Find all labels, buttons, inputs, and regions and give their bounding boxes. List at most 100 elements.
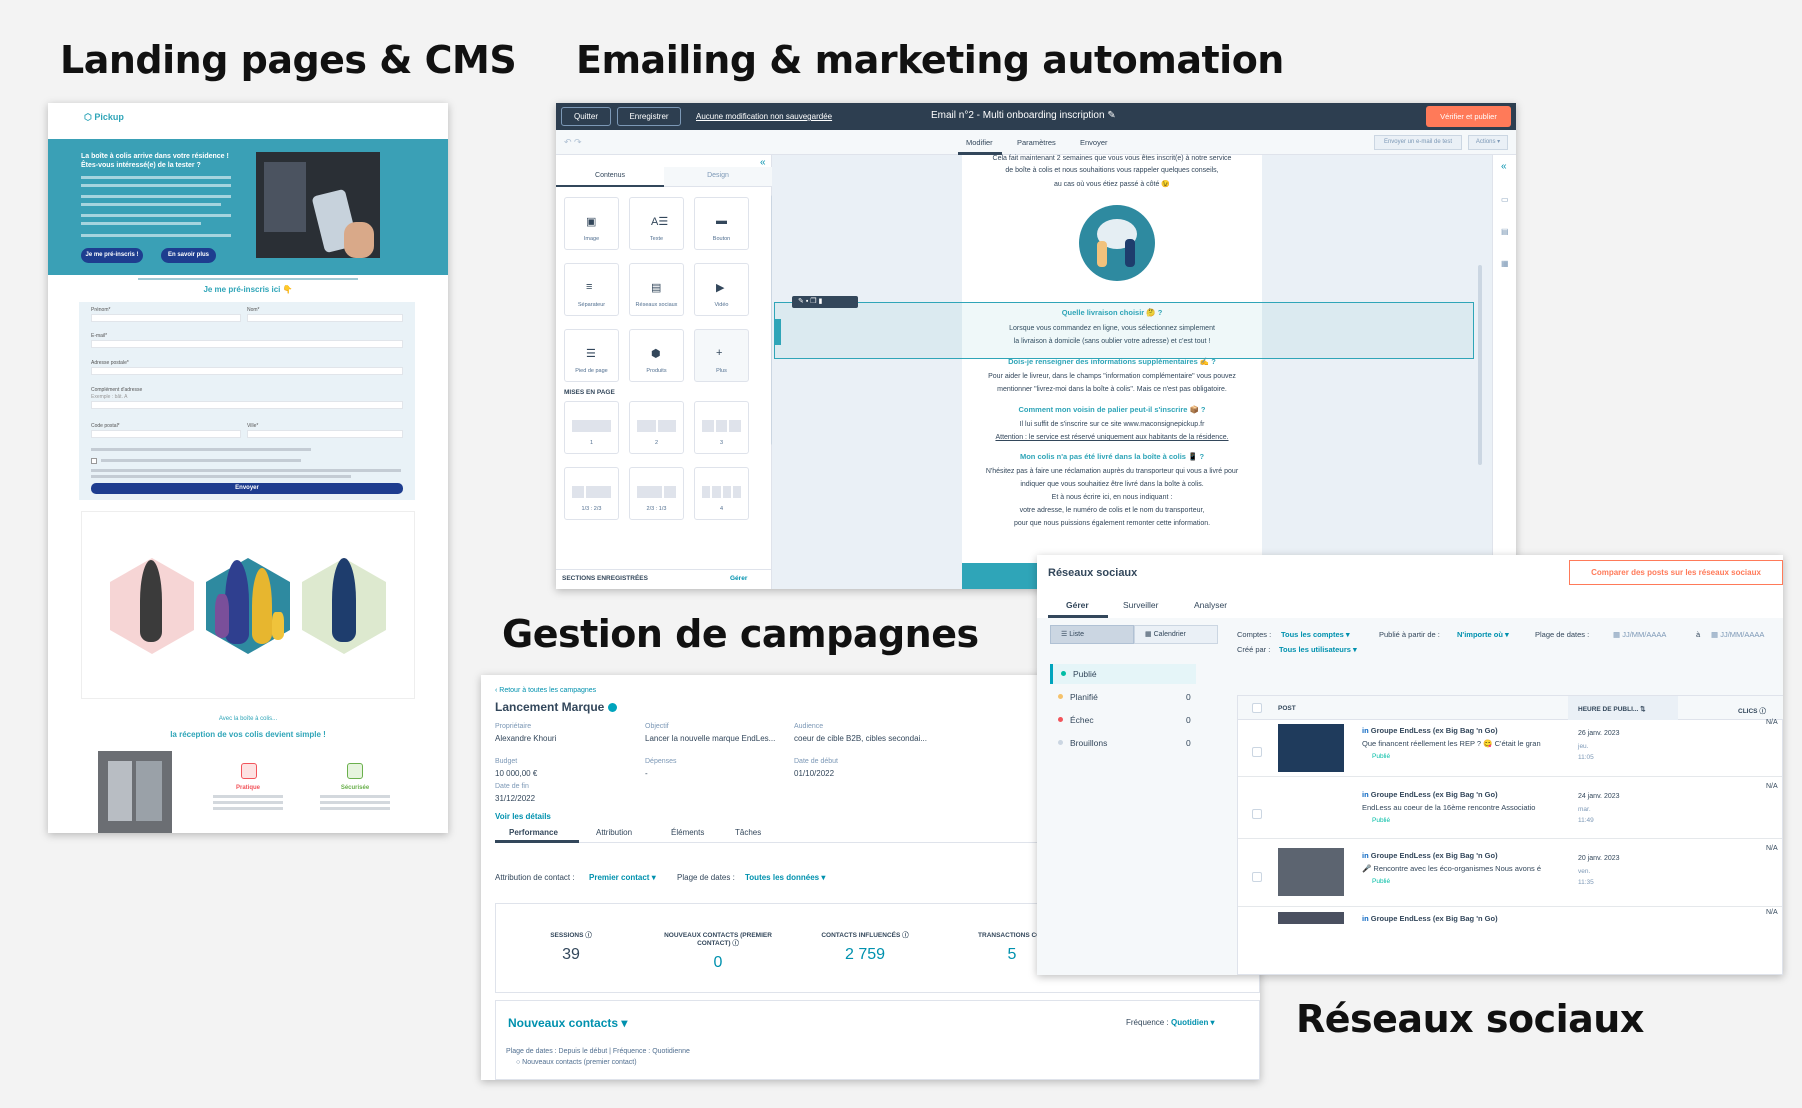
consent-checkbox[interactable] <box>91 458 97 464</box>
tab-taches[interactable]: Tâches <box>735 828 761 837</box>
delete-icon[interactable]: ▮ <box>819 298 823 305</box>
date-filter[interactable]: Toutes les données ▾ <box>745 873 825 882</box>
published-from-filter[interactable]: N'importe où ▾ <box>1457 630 1509 639</box>
social-screenshot: Réseaux sociaux Comparer des posts sur l… <box>1037 555 1783 975</box>
save-module-icon[interactable]: ▪ <box>806 298 808 305</box>
submit-button[interactable]: Envoyer <box>91 483 403 494</box>
status-planifie[interactable]: Planifié 0 <box>1050 687 1196 707</box>
post-text[interactable]: 🎤 Rencontre avec les éco-organismes Nous… <box>1362 864 1542 873</box>
canvas-scrollbar[interactable] <box>1478 265 1482 465</box>
city-input[interactable] <box>247 430 403 438</box>
frequency-dropdown[interactable]: Quotidien ▾ <box>1171 1018 1215 1027</box>
edit-icon[interactable]: ✎ <box>798 298 804 305</box>
layout-2[interactable]: 2 <box>629 401 684 454</box>
tab-parametres[interactable]: Paramètres <box>1017 138 1056 147</box>
tab-attribution[interactable]: Attribution <box>596 828 632 837</box>
lastname-input[interactable] <box>247 314 403 322</box>
pencil-icon[interactable]: ✎ <box>1107 110 1115 121</box>
row-checkbox[interactable] <box>1252 747 1262 757</box>
email-input[interactable] <box>91 340 403 348</box>
created-by-filter[interactable]: Tous les utilisateurs ▾ <box>1279 645 1357 654</box>
status-brouillons[interactable]: Brouillons 0 <box>1050 733 1196 753</box>
post-account: in Groupe EndLess (ex Big Bag 'n Go) <box>1362 726 1498 735</box>
kpi-influenced-value[interactable]: 2 759 <box>810 946 920 964</box>
publish-button[interactable]: Vérifier et publier <box>1426 106 1511 127</box>
view-list-button[interactable]: ☰ Liste <box>1050 625 1134 644</box>
tile-plus[interactable]: + Plus <box>694 329 749 382</box>
accounts-filter[interactable]: Tous les comptes ▾ <box>1281 630 1350 639</box>
view-calendar-button[interactable]: ▦ Calendrier <box>1134 625 1218 644</box>
status-echec[interactable]: Échec 0 <box>1050 710 1196 730</box>
address-complement-input[interactable] <box>91 401 403 409</box>
col-publish-time[interactable]: HEURE DE PUBLI... ⇅ <box>1578 705 1646 713</box>
row-checkbox[interactable] <box>1252 809 1262 819</box>
post-thumbnail[interactable] <box>1278 912 1344 924</box>
tab-elements[interactable]: Éléments <box>671 828 704 837</box>
copy-icon[interactable]: ❐ <box>810 298 816 305</box>
tile-image[interactable]: ▣ Image <box>564 197 619 250</box>
back-link[interactable]: ‹ Retour à toutes les campagnes <box>495 687 596 694</box>
tab-design[interactable]: Design <box>664 172 772 179</box>
post-thumbnail[interactable] <box>1278 724 1344 772</box>
chat-rail-icon[interactable]: ▭ <box>1501 195 1509 204</box>
tab-analyser[interactable]: Analyser <box>1194 600 1227 610</box>
row-checkbox[interactable] <box>1252 872 1262 882</box>
col-post[interactable]: POST <box>1278 705 1296 712</box>
layout-3[interactable]: 3 <box>694 401 749 454</box>
learn-more-button[interactable]: En savoir plus <box>161 248 216 263</box>
status-publie[interactable]: Publié <box>1050 664 1196 684</box>
post-thumbnail[interactable] <box>1278 848 1344 896</box>
sort-icon[interactable]: ⇅ <box>1640 706 1645 713</box>
tile-reseaux[interactable]: ▤ Réseaux sociaux <box>629 263 684 316</box>
date-end-input[interactable]: ▦ JJ/MM/AAAA <box>1711 630 1764 639</box>
tab-envoyer[interactable]: Envoyer <box>1080 138 1108 147</box>
linkedin-icon: in <box>1362 790 1369 799</box>
tile-texte[interactable]: A☰ Texte <box>629 197 684 250</box>
tile-separateur[interactable]: ≡ Séparateur <box>564 263 619 316</box>
tile-footer[interactable]: ☰ Pied de page <box>564 329 619 382</box>
tile-produits[interactable]: ⬢ Produits <box>629 329 684 382</box>
select-all-checkbox[interactable] <box>1252 703 1262 713</box>
tab-gerer[interactable]: Gérer <box>1066 600 1089 610</box>
email-canvas: Cela fait maintenant 2 semaines que vous… <box>772 155 1492 589</box>
layout-1-3-2-3[interactable]: 1/3 : 2/3 <box>564 467 619 520</box>
layout-2-3-1-3[interactable]: 2/3 : 1/3 <box>629 467 684 520</box>
list-rail-icon[interactable]: ▤ <box>1501 227 1509 236</box>
zipcode-input[interactable] <box>91 430 241 438</box>
tab-surveiller[interactable]: Surveiller <box>1123 600 1158 610</box>
quit-button[interactable]: Quitter <box>561 107 611 126</box>
calendar-icon: ▦ <box>1145 631 1152 638</box>
email-title[interactable]: Email n°2 - Multi onboarding inscription… <box>931 110 1116 121</box>
date-start-input[interactable]: ▦ JJ/MM/AAAA <box>1613 630 1666 639</box>
email-editor-screenshot: Quitter Enregistrer Aucune modification … <box>556 103 1516 589</box>
selected-module[interactable] <box>774 302 1474 359</box>
layout-1[interactable]: 1 <box>564 401 619 454</box>
tile-video[interactable]: ▶ Vidéo <box>694 263 749 316</box>
tab-contenus[interactable]: Contenus <box>556 172 664 179</box>
address-input[interactable] <box>91 367 403 375</box>
tab-performance[interactable]: Performance <box>509 828 558 837</box>
linkedin-icon: in <box>1362 914 1369 923</box>
send-test-button[interactable]: Envoyer un e-mail de test <box>1374 135 1462 150</box>
post-text[interactable]: Que financent réellement les REP ? 😋 C'é… <box>1362 739 1542 748</box>
module-toolbar[interactable]: ✎ ▪ ❐ ▮ <box>792 296 858 308</box>
col-clicks[interactable]: CLICS ⓘ <box>1738 705 1766 715</box>
details-link[interactable]: Voir les détails <box>495 812 551 821</box>
preregister-button[interactable]: Je me pré-inscris ! <box>81 248 143 263</box>
manage-link[interactable]: Gérer <box>730 575 747 582</box>
actions-dropdown[interactable]: Actions ▾ <box>1468 135 1508 150</box>
layout-4[interactable]: 4 <box>694 467 749 520</box>
firstname-input[interactable] <box>91 314 241 322</box>
drag-handle[interactable] <box>775 319 781 345</box>
compare-posts-button[interactable]: Comparer des posts sur les réseaux socia… <box>1569 560 1783 585</box>
post-text[interactable]: EndLess au coeur de la 16ème rencontre A… <box>1362 803 1542 812</box>
new-contacts-dropdown[interactable]: Nouveaux contacts ▾ <box>508 1016 627 1030</box>
kpi-new-contacts-value[interactable]: 0 <box>663 954 773 972</box>
calendar-rail-icon[interactable]: ▦ <box>1501 259 1509 268</box>
undo-redo-icons[interactable]: ↶ ↷ <box>564 137 582 148</box>
attribution-filter[interactable]: Premier contact ▾ <box>589 873 656 882</box>
tab-modifier[interactable]: Modifier <box>966 138 993 147</box>
tile-bouton[interactable]: ▬ Bouton <box>694 197 749 250</box>
save-button[interactable]: Enregistrer <box>617 107 681 126</box>
expand-rail-icon[interactable]: « <box>1501 161 1507 172</box>
